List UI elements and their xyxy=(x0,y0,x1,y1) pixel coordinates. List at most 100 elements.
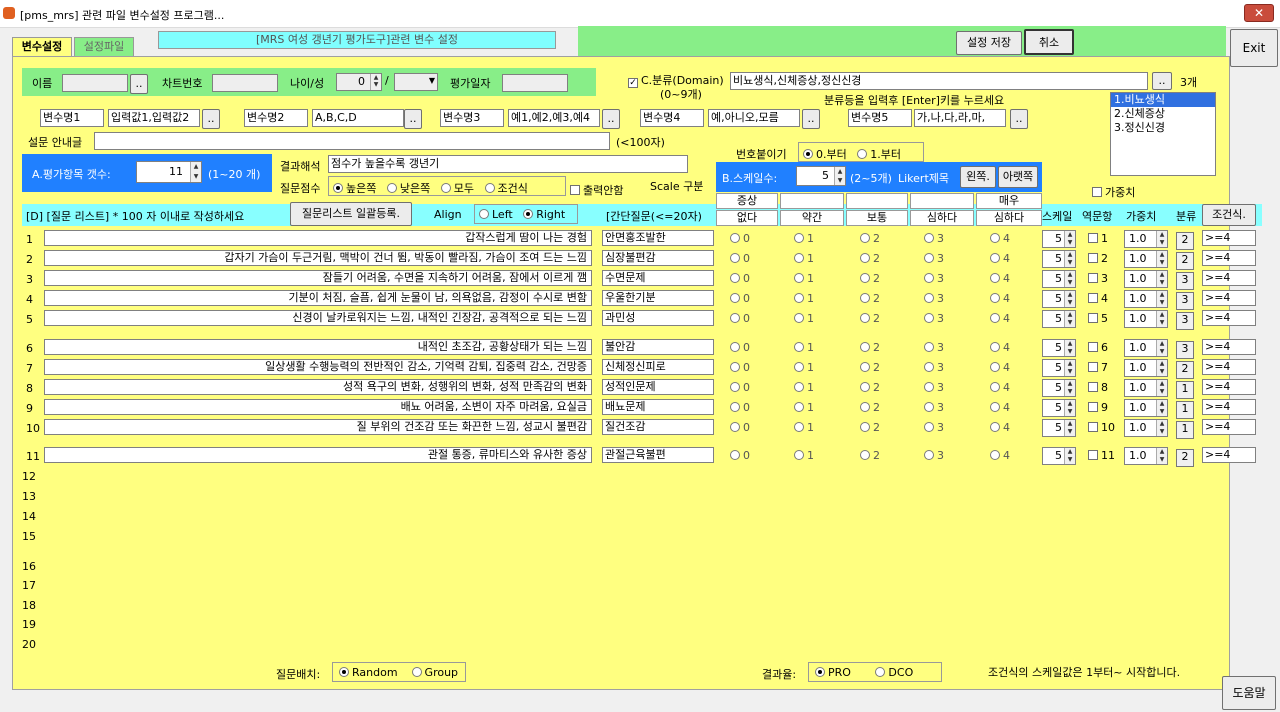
question-text-input[interactable]: 기분이 처짐, 슬픔, 쉽게 눈물이 남, 의욕없음, 감정이 수시로 변함 xyxy=(44,290,592,306)
question-text-input[interactable]: 관절 통증, 류마티스와 유사한 증상 xyxy=(44,447,592,463)
spin-arrows-icon[interactable]: ▲ ▼ xyxy=(190,162,201,182)
spin-arrows-icon[interactable]: ▲ ▼ xyxy=(1064,360,1075,376)
radio-icon[interactable] xyxy=(730,253,740,263)
radio-icon[interactable] xyxy=(860,233,870,243)
condition-input[interactable]: >=4 xyxy=(1202,310,1256,326)
likert-option[interactable]: 3 xyxy=(924,292,944,305)
condition-input[interactable]: >=4 xyxy=(1202,290,1256,306)
radio-icon[interactable] xyxy=(990,422,1000,432)
condition-input[interactable]: >=4 xyxy=(1202,359,1256,375)
likert-option[interactable]: 1 xyxy=(794,401,814,414)
reverse-check[interactable]: 2 xyxy=(1088,252,1108,265)
likert-option[interactable]: 4 xyxy=(990,381,1010,394)
spin-arrows-icon[interactable]: ▲ ▼ xyxy=(1064,380,1075,396)
likert-option[interactable]: 1 xyxy=(794,341,814,354)
question-text-input[interactable]: 내적인 초조감, 공황상태가 되는 느낌 xyxy=(44,339,592,355)
help-button[interactable]: 도움말 xyxy=(1222,676,1276,710)
condition-input[interactable]: >=4 xyxy=(1202,447,1256,463)
row-weight-spin[interactable]: 1.0 ▲ ▼ xyxy=(1124,399,1168,417)
radio-icon[interactable] xyxy=(794,233,804,243)
tab-variables[interactable]: 변수설정 xyxy=(12,37,72,56)
spin-arrows-icon[interactable]: ▲ ▼ xyxy=(1156,400,1167,416)
radio-icon[interactable] xyxy=(924,422,934,432)
radio-icon[interactable] xyxy=(386,183,397,193)
radio-icon[interactable] xyxy=(730,382,740,392)
likert-option[interactable]: 3 xyxy=(924,401,944,414)
var2-values[interactable]: A,B,C,D xyxy=(312,109,404,127)
radio-icon[interactable] xyxy=(990,342,1000,352)
radio-icon[interactable] xyxy=(730,273,740,283)
spin-arrows-icon[interactable]: ▲ ▼ xyxy=(1156,340,1167,356)
row-scale-spin[interactable]: 5 ▲ ▼ xyxy=(1042,270,1076,288)
likert-option[interactable]: 4 xyxy=(990,252,1010,265)
radio-icon[interactable] xyxy=(860,362,870,372)
question-text-input[interactable]: 갑자기 가슴이 두근거림, 맥박이 건너 뜀, 박동이 빨라짐, 가슴이 조여 … xyxy=(44,250,592,266)
row-weight-spin[interactable]: 1.0 ▲ ▼ xyxy=(1124,250,1168,268)
radio-icon[interactable] xyxy=(411,667,422,677)
numbering-one[interactable]: 1.부터 xyxy=(870,148,901,161)
question-text-input[interactable]: 배뇨 어려움, 소변이 자주 마려움, 요실금 xyxy=(44,399,592,415)
likert-option[interactable]: 3 xyxy=(924,361,944,374)
likert-option[interactable]: 4 xyxy=(990,421,1010,434)
row-weight-spin[interactable]: 1.0 ▲ ▼ xyxy=(1124,270,1168,288)
likert-option[interactable]: 4 xyxy=(990,341,1010,354)
radio-icon[interactable] xyxy=(990,382,1000,392)
spin-arrows-icon[interactable]: ▲ ▼ xyxy=(1064,271,1075,287)
condition-input[interactable]: >=4 xyxy=(1202,250,1256,266)
domain-input[interactable]: 비뇨생식,신체증상,정신신경 xyxy=(730,72,1148,90)
radio-icon[interactable] xyxy=(924,293,934,303)
likert-option[interactable]: 4 xyxy=(990,272,1010,285)
radio-icon[interactable] xyxy=(860,273,870,283)
result-pro[interactable]: PRO xyxy=(828,666,851,679)
weight-check[interactable]: 가중치 xyxy=(1092,184,1135,200)
likert-option[interactable]: 0 xyxy=(730,341,750,354)
radio-icon[interactable] xyxy=(794,362,804,372)
category-button[interactable]: 2 xyxy=(1176,252,1194,270)
radio-icon[interactable] xyxy=(860,422,870,432)
radio-icon[interactable] xyxy=(484,183,495,193)
radio-icon[interactable] xyxy=(990,233,1000,243)
question-text-input[interactable]: 일상생활 수행능력의 전반적인 감소, 기억력 감퇴, 집중력 감소, 건망증 xyxy=(44,359,592,375)
items-count-spin[interactable]: 11 ▲ ▼ xyxy=(136,161,202,183)
list-item[interactable]: 2.신체증상 xyxy=(1111,107,1215,121)
radio-icon[interactable] xyxy=(860,402,870,412)
likert-option[interactable]: 0 xyxy=(730,449,750,462)
likert-option[interactable]: 1 xyxy=(794,312,814,325)
radio-icon[interactable] xyxy=(730,450,740,460)
radio-icon[interactable] xyxy=(815,667,825,677)
question-text-input[interactable]: 갑작스럽게 땀이 나는 경험 xyxy=(44,230,592,246)
radio-icon[interactable] xyxy=(860,253,870,263)
radio-icon[interactable] xyxy=(339,667,349,677)
short-question-input[interactable]: 우울한기분 xyxy=(602,290,714,306)
likert-option[interactable]: 2 xyxy=(860,232,880,245)
spin-arrows-icon[interactable]: ▲ ▼ xyxy=(1156,311,1167,327)
row-scale-spin[interactable]: 5 ▲ ▼ xyxy=(1042,310,1076,328)
category-button[interactable]: 3 xyxy=(1176,341,1194,359)
short-question-input[interactable]: 과민성 xyxy=(602,310,714,326)
list-item[interactable]: 1.비뇨생식 xyxy=(1111,93,1215,107)
spin-arrows-icon[interactable]: ▲ ▼ xyxy=(1064,251,1075,267)
spin-arrows-icon[interactable]: ▲ ▼ xyxy=(1064,448,1075,464)
var4-name[interactable]: 변수명4 xyxy=(640,109,704,127)
likert-option[interactable]: 0 xyxy=(730,252,750,265)
radio-icon[interactable] xyxy=(924,402,934,412)
row-scale-spin[interactable]: 5 ▲ ▼ xyxy=(1042,419,1076,437)
spin-arrows-icon[interactable]: ▲ ▼ xyxy=(1156,380,1167,396)
align-right[interactable]: Right xyxy=(536,208,565,221)
condition-input[interactable]: >=4 xyxy=(1202,230,1256,246)
short-question-input[interactable]: 심장불편감 xyxy=(602,250,714,266)
bulk-register-button[interactable]: 질문리스트 일괄등록. xyxy=(290,202,412,226)
radio-icon[interactable] xyxy=(730,233,740,243)
likert-left-button[interactable]: 왼쪽. xyxy=(960,166,996,188)
condition-input[interactable]: >=4 xyxy=(1202,419,1256,435)
radio-icon[interactable] xyxy=(990,293,1000,303)
condition-col-button[interactable]: 조건식. xyxy=(1202,204,1256,226)
likert-option[interactable]: 2 xyxy=(860,341,880,354)
radio-icon[interactable] xyxy=(794,293,804,303)
spin-arrows-icon[interactable]: ▲ ▼ xyxy=(1156,291,1167,307)
row-scale-spin[interactable]: 5 ▲ ▼ xyxy=(1042,447,1076,465)
date-input[interactable] xyxy=(502,74,568,92)
radio-icon[interactable] xyxy=(794,450,804,460)
likert-option[interactable]: 2 xyxy=(860,252,880,265)
short-question-input[interactable]: 신체정신피로 xyxy=(602,359,714,375)
